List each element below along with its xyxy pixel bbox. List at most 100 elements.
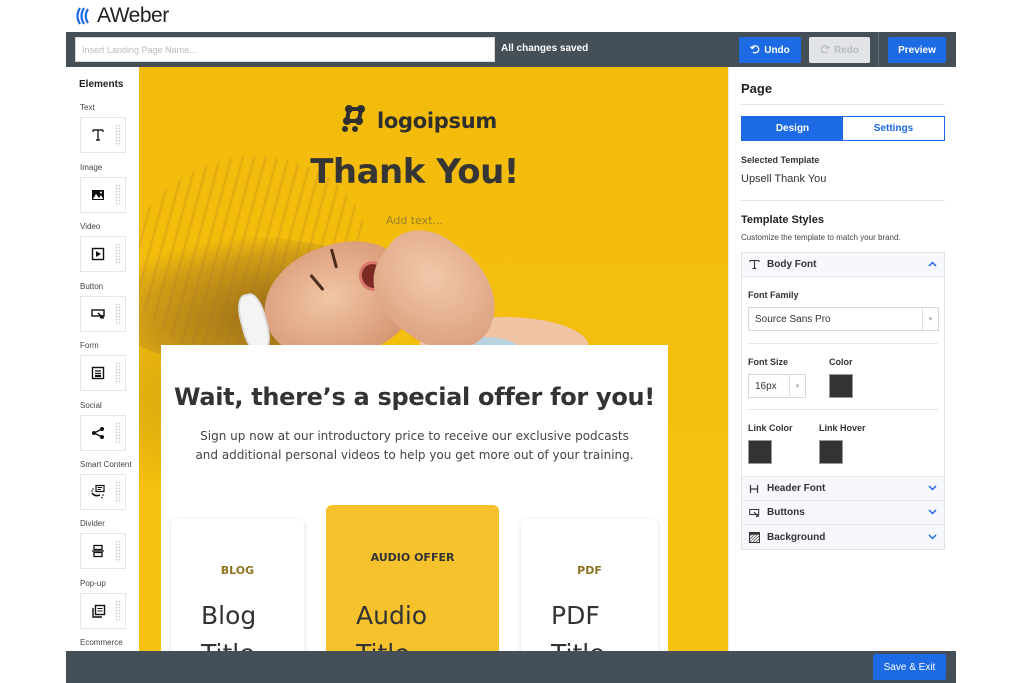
body-font-label: Body Font <box>767 259 817 270</box>
background-icon <box>749 531 763 543</box>
divider-icon <box>81 534 115 568</box>
undo-button[interactable]: Undo <box>739 37 801 63</box>
selected-template-label: Selected Template <box>741 155 820 165</box>
chevron-down-icon[interactable] <box>928 483 937 494</box>
offer-card-pdf[interactable]: PDF PDF Title <box>521 519 658 651</box>
element-divider[interactable]: Divider <box>80 519 139 569</box>
page-settings-panel: Page Design Settings Selected Template U… <box>728 67 956 651</box>
drag-handle[interactable] <box>115 481 121 503</box>
chevron-down-icon[interactable] <box>928 532 937 543</box>
aweber-logo: AWeber <box>74 4 169 28</box>
tab-settings[interactable]: Settings <box>843 117 944 140</box>
element-label: Video <box>80 222 101 231</box>
font-size-value: 16px <box>755 380 777 392</box>
font-family-label: Font Family <box>748 290 799 300</box>
bottom-toolbar: Save & Exit <box>66 651 956 683</box>
redo-button[interactable]: Redo <box>809 37 870 63</box>
drag-handle[interactable] <box>115 243 121 265</box>
element-tile[interactable] <box>80 474 126 510</box>
undo-label: Undo <box>764 44 790 56</box>
link-color-label: Link Color <box>748 423 793 433</box>
element-tile[interactable] <box>80 533 126 569</box>
element-image[interactable]: Image <box>80 163 139 213</box>
panel-title: Page <box>741 81 773 96</box>
preview-button[interactable]: Preview <box>888 37 946 63</box>
element-tile[interactable] <box>80 593 126 629</box>
element-label: Social <box>80 401 102 410</box>
aweber-waves-icon <box>74 6 96 26</box>
card-label: AUDIO OFFER <box>370 551 455 564</box>
offer-heading[interactable]: Wait, there’s a special offer for you! <box>161 383 668 411</box>
element-tile[interactable] <box>80 177 126 213</box>
video-icon <box>81 237 115 271</box>
link-color-swatch[interactable] <box>748 440 772 464</box>
body-color-swatch[interactable] <box>829 374 853 398</box>
body-font-header[interactable]: Body Font <box>742 253 944 277</box>
element-form[interactable]: Form <box>80 341 139 391</box>
element-label: Text <box>80 103 95 112</box>
element-tile[interactable] <box>80 117 126 153</box>
heading-icon <box>749 484 763 494</box>
drag-handle[interactable] <box>115 362 121 384</box>
offer-card-blog[interactable]: BLOG Blog Title <box>171 519 304 651</box>
logoipsum-icon <box>339 103 369 138</box>
background-label: Background <box>767 531 826 543</box>
template-styles-subtitle: Customize the template to match your bra… <box>741 233 901 242</box>
font-size-label: Font Size <box>748 357 788 367</box>
card-label: BLOG <box>220 564 255 577</box>
smart-content-icon <box>81 475 115 509</box>
drag-handle[interactable] <box>115 124 121 146</box>
element-tile[interactable] <box>80 236 126 272</box>
buttons-header[interactable]: Buttons <box>742 501 944 525</box>
divider <box>748 343 938 344</box>
tab-design[interactable]: Design <box>742 117 843 140</box>
element-ecommerce[interactable]: Ecommerce <box>80 638 139 650</box>
element-label: Ecommerce <box>80 638 123 647</box>
link-hover-swatch[interactable] <box>819 440 843 464</box>
element-tile[interactable] <box>80 415 126 451</box>
chevron-up-icon[interactable] <box>928 259 937 270</box>
font-size-select[interactable]: 16px ▾ <box>748 374 806 398</box>
drag-handle[interactable] <box>115 184 121 206</box>
undo-icon <box>750 44 760 57</box>
share-icon <box>81 416 115 450</box>
element-video[interactable]: Video <box>80 222 139 272</box>
divider <box>741 200 945 201</box>
drag-handle[interactable] <box>115 540 121 562</box>
button-icon <box>749 508 763 518</box>
element-tile[interactable] <box>80 296 126 332</box>
drag-handle[interactable] <box>115 600 121 622</box>
page-canvas[interactable]: logoipsum Thank You! Add text... Wait, t… <box>139 67 728 651</box>
header-font-header[interactable]: Header Font <box>742 477 944 501</box>
landing-page-name-input[interactable] <box>75 37 495 62</box>
element-tile[interactable] <box>80 355 126 391</box>
element-popup[interactable]: Pop-up <box>80 579 139 629</box>
save-exit-button[interactable]: Save & Exit <box>873 654 946 680</box>
card-title: PDF Title <box>551 601 605 651</box>
element-smart-content[interactable]: Smart Content <box>80 460 139 510</box>
landing-page-logo[interactable]: logoipsum <box>339 103 497 138</box>
drag-handle[interactable] <box>115 422 121 444</box>
form-icon <box>81 356 115 390</box>
redo-label: Redo <box>834 44 859 56</box>
logo-text: logoipsum <box>377 108 497 133</box>
page-heading[interactable]: Thank You! <box>139 152 690 192</box>
element-social[interactable]: Social <box>80 401 139 451</box>
offer-card-audio[interactable]: AUDIO OFFER Audio Title <box>326 505 499 651</box>
sidebar-title: Elements <box>79 79 124 90</box>
add-text-placeholder[interactable]: Add text... <box>139 214 690 227</box>
redo-icon <box>820 44 830 57</box>
offer-description[interactable]: Sign up now at our introductory price to… <box>191 427 638 465</box>
background-header[interactable]: Background <box>742 525 944 549</box>
card-title: Audio Title <box>356 601 428 651</box>
body-font-settings: Font Family Source Sans Pro ▾ Font Size … <box>742 277 944 477</box>
chevron-down-icon[interactable] <box>928 507 937 518</box>
drag-handle[interactable] <box>115 303 121 325</box>
chevron-down-icon: ▾ <box>922 308 938 330</box>
template-styles-accordion: Body Font Font Family Source Sans Pro ▾ … <box>741 252 945 550</box>
element-button[interactable]: Button <box>80 282 139 332</box>
brand-name: AWeber <box>97 4 169 27</box>
font-family-select[interactable]: Source Sans Pro ▾ <box>748 307 939 331</box>
text-icon <box>749 259 763 270</box>
element-text[interactable]: Text <box>80 103 139 153</box>
